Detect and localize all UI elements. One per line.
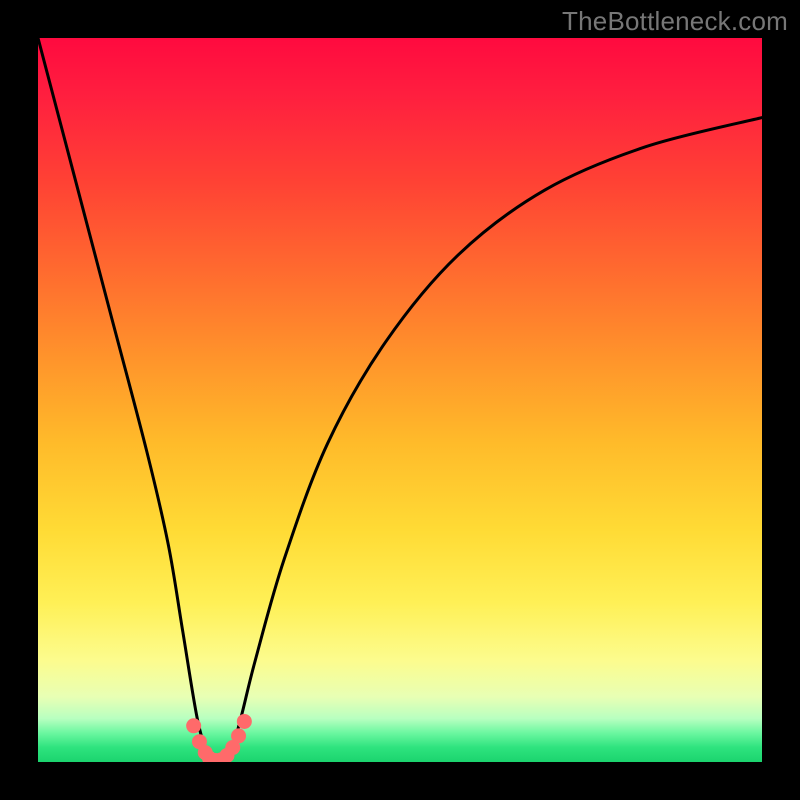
- bottleneck-curve: [38, 38, 762, 762]
- dip-dot: [237, 714, 252, 729]
- watermark-text: TheBottleneck.com: [562, 6, 788, 37]
- dip-marker: [186, 714, 252, 762]
- curve-layer: [38, 38, 762, 762]
- chart-frame: TheBottleneck.com: [0, 0, 800, 800]
- dip-dot: [186, 718, 201, 733]
- plot-area: [38, 38, 762, 762]
- dip-dot: [231, 728, 246, 743]
